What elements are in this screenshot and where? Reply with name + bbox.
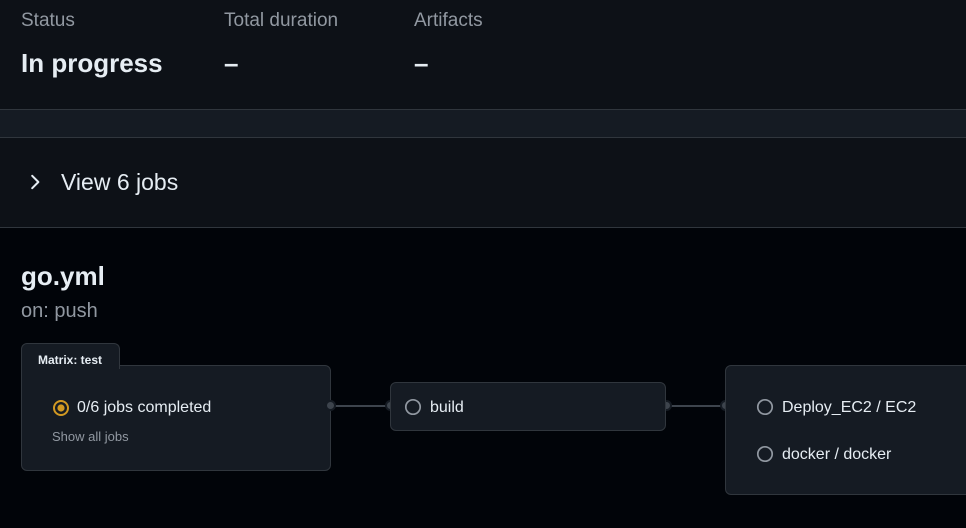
view-jobs-toggle[interactable]: View 6 jobs — [0, 138, 966, 228]
status-value: In progress — [21, 48, 163, 78]
artifacts-label: Artifacts — [414, 10, 483, 31]
queued-icon — [756, 445, 774, 463]
status-label: Status — [21, 10, 75, 31]
queued-icon — [404, 398, 422, 416]
build-job-card[interactable]: build — [390, 382, 666, 431]
matrix-job-card: 0/6 jobs completed Show all jobs — [21, 365, 331, 471]
deploy-ec2-job-label: Deploy_EC2 / EC2 — [782, 399, 917, 416]
run-summary: Status In progress Total duration – Arti… — [0, 0, 966, 110]
matrix-tab: Matrix: test — [21, 343, 120, 369]
queued-icon — [756, 398, 774, 416]
matrix-status-text: 0/6 jobs completed — [77, 399, 212, 416]
connector-build-deploy — [666, 405, 725, 407]
show-all-jobs-link[interactable]: Show all jobs — [52, 429, 129, 444]
workflow-trigger: on: push — [21, 300, 98, 322]
artifacts-value: – — [414, 48, 429, 78]
duration-value: – — [224, 48, 239, 78]
build-job-label: build — [430, 399, 464, 416]
matrix-tab-label: Matrix: test — [38, 353, 103, 367]
chevron-right-icon — [31, 174, 40, 190]
connector-dot — [325, 400, 336, 411]
connector-matrix-build — [331, 405, 390, 407]
section-divider — [0, 110, 966, 138]
deploy-jobs-card: Deploy_EC2 / EC2 docker / docker — [725, 365, 966, 495]
docker-job-label: docker / docker — [782, 446, 892, 463]
workflow-file-title[interactable]: go.yml — [21, 261, 105, 292]
duration-label: Total duration — [224, 10, 339, 31]
in-progress-icon — [53, 400, 69, 416]
view-jobs-label: View 6 jobs — [61, 169, 179, 195]
